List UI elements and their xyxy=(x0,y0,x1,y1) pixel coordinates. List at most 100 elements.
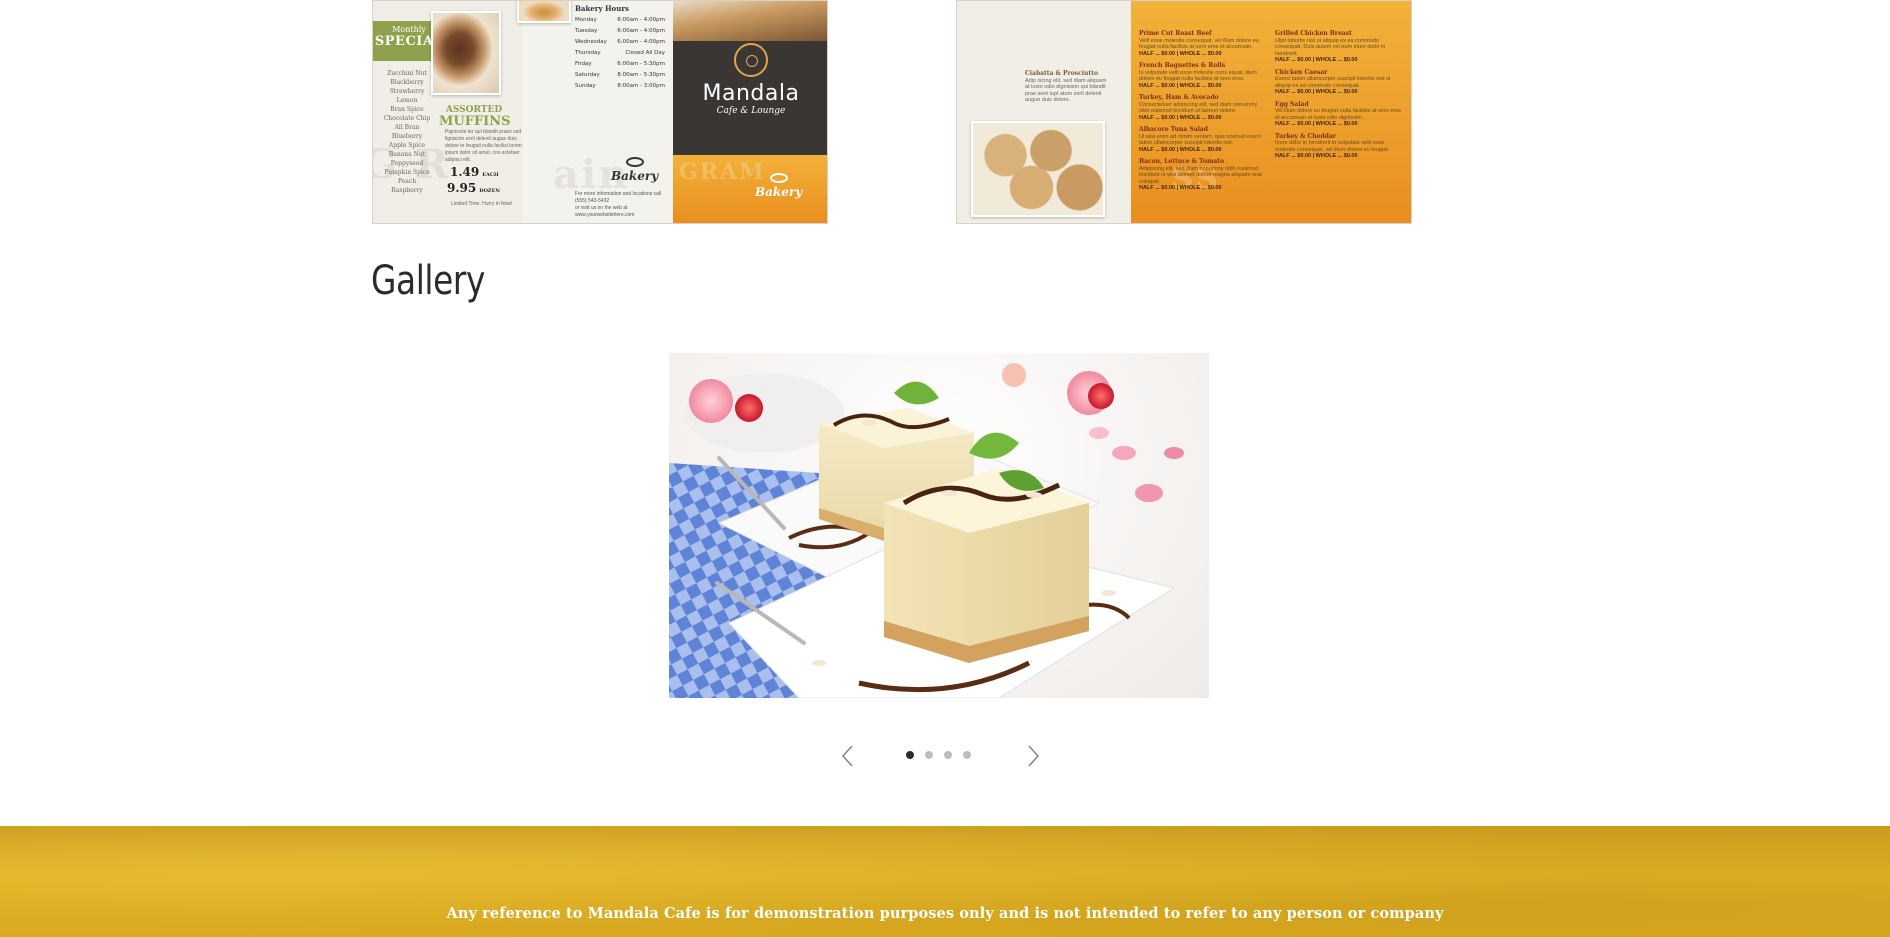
petal-2 xyxy=(1112,446,1136,460)
menu-item-desc: Velit esse molestie consequat, vel illum… xyxy=(1139,37,1259,51)
brochure-panel-muffins: G R Monthly SPECIAL Zucchini NutBlackber… xyxy=(373,1,523,223)
flavor-list: Zucchini Nut Blackberry Strawberry Lemon Bra… xyxy=(373,69,441,195)
menu-item: Grilled Chicken Breast Ulpit lobortis nis… xyxy=(1275,30,1401,64)
hours-time: 8:00am - 5:30pm xyxy=(617,72,665,78)
price-each-unit: EACH xyxy=(482,172,499,178)
gallery-slide-image[interactable] xyxy=(669,353,1209,698)
almond-4 xyxy=(812,660,826,666)
hours-row: Monday 6:00am - 4:00pm xyxy=(575,15,665,26)
flavor-item: Chocolate Chip xyxy=(383,115,431,122)
almond-1 xyxy=(941,490,957,496)
menu-item-desc: Consectetuer adipiscing elit, sed diam n… xyxy=(1139,101,1258,115)
menu-brochure-inside[interactable]: ​ Ciabatta & ProsciuttoAdip iscing elit,… xyxy=(956,0,1412,224)
menu-item-price: HALF ... $0.00 | WHOLE ... $0.00 xyxy=(1139,50,1222,57)
menu-item-price: HALF ... $0.00 | WHOLE ... $0.00 xyxy=(1275,121,1358,127)
mint-leaf-front-1 xyxy=(969,432,1019,459)
watermark-text-3: GRAM xyxy=(679,159,766,185)
flavor-item: Strawberry xyxy=(389,88,425,95)
menu-brochure-front[interactable]: G R Monthly SPECIAL Zucchini NutBlackber… xyxy=(372,0,828,224)
flavor-item: All Bran xyxy=(394,124,420,131)
menu-item-desc: Exerci tation ullamcorper suscipit lobor… xyxy=(1275,76,1391,89)
menu-item: Bacon, Lettuce & Tomato Adipiscing elit, … xyxy=(1139,158,1265,192)
slider-dot-1[interactable] xyxy=(906,751,914,759)
menu-item-price: HALF ... $0.00 | WHOLE ... $0.00 xyxy=(1139,114,1222,121)
muffins-description: Pigniscite ter qui blandit praes sed lig… xyxy=(445,129,522,163)
slider-dot-3[interactable] xyxy=(944,751,952,759)
hours-day: Sunday xyxy=(575,83,596,89)
slider-next-arrow-icon[interactable] xyxy=(1023,742,1043,770)
bread-rolls-photo xyxy=(971,121,1105,217)
sandwich-menu-column-1: Prime Cut Roast Beef Velit esse molestie … xyxy=(1139,30,1265,198)
slider-pagination xyxy=(906,751,971,759)
limited-time-note: Limited Time. Hurry in Now! xyxy=(451,201,513,207)
brochure-panel-hours: Bakery Hours Monday 6:00am - 4:00pm Tuesda… xyxy=(517,1,673,223)
flavor-item: Blueberry xyxy=(391,133,423,140)
menu-item: French Baguettes & Rolls Iu vulputate vel… xyxy=(1139,62,1265,89)
flavor-item: Banana Nut xyxy=(388,151,426,158)
bakery-logo-cover: Bakery xyxy=(755,173,802,199)
menu-item-desc: Adip iscing elit, sed diam aliquam at iu… xyxy=(1025,77,1107,104)
menu-item: Turkey, Ham & Avocado Consectetuer adipis… xyxy=(1139,94,1265,121)
hours-time: 6:00am - 4:00pm xyxy=(617,28,665,34)
hours-day: Tuesday xyxy=(575,28,598,34)
hours-time: 6:00am - 4:00pm xyxy=(617,39,665,45)
brand-name: Mandala xyxy=(702,81,800,106)
price-dozen: 9.95 DOZEN xyxy=(447,181,500,195)
croissant-photo xyxy=(517,1,571,23)
bakery-hours-title: Bakery Hours xyxy=(575,4,629,13)
mint-leaf-back xyxy=(894,381,939,405)
hours-row: Friday 6:00am - 5:30pm xyxy=(575,59,665,70)
flavor-item: Peach xyxy=(397,178,417,185)
footer-disclaimer: Any reference to Mandala Cafe is for dem… xyxy=(446,905,1444,922)
hours-row: Thursday Closed All Day xyxy=(575,48,665,59)
slider-dot-4[interactable] xyxy=(963,751,971,759)
petal-1 xyxy=(1135,484,1163,502)
menu-item-name: Ciabatta & Prosciutto xyxy=(1025,70,1098,77)
contact-line-1: For more information and locations call … xyxy=(575,191,662,204)
bread-loaves-photo xyxy=(673,1,827,41)
petal-3 xyxy=(1164,447,1184,459)
gallery-heading: Gallery xyxy=(371,258,485,304)
rose-pink-left xyxy=(689,379,733,423)
menu-item: Egg Salad Vel illum dolore eu feugiat nul… xyxy=(1275,101,1401,128)
hours-time: 6:00am - 4:00pm xyxy=(617,17,665,23)
bakery-logo-left: Bakery xyxy=(611,157,658,183)
muffin-photo xyxy=(431,11,501,95)
menu-item-desc: Adipiscing elit, sed diam nonummy nibh e… xyxy=(1139,165,1262,185)
bakery-label-cover: Bakery xyxy=(755,185,803,199)
brochure-panel-sandwich-menu: ss Prime Cut Roast Beef Velit esse molest… xyxy=(1131,1,1411,223)
menu-item-price: HALF ... $0.00 | WHOLE ... $0.00 xyxy=(1275,153,1358,159)
cheesecake-photo xyxy=(669,363,1184,698)
contact-line-2: or visit us on the web at www.yourwebsit… xyxy=(575,205,635,218)
almond-2 xyxy=(1026,492,1042,498)
flavor-item: Poppyseed xyxy=(390,160,424,167)
brochure-panel-cover: Mandala Cafe & Lounge GRAM Bakery xyxy=(673,1,827,223)
mandala-brand: Mandala Cafe & Lounge xyxy=(673,43,827,116)
menu-item-desc: Ut wisi enim ad minim veniam, quis nostr… xyxy=(1139,133,1261,147)
hours-day: Saturday xyxy=(575,72,600,78)
brand-subtitle: Cafe & Lounge xyxy=(716,106,786,116)
hours-time: 8:00am - 3:00pm xyxy=(617,83,665,89)
price-each-value: 1.49 xyxy=(450,165,480,179)
hours-day: Thursday xyxy=(575,50,601,56)
menu-item-price: HALF ... $0.00 | WHOLE ... $0.00 xyxy=(1275,57,1358,63)
slider-prev-arrow-icon[interactable] xyxy=(838,742,858,770)
contact-info: For more information and locations call … xyxy=(575,191,671,219)
menu-item: Turkey & Cheddar Iriure dolor in hendreri… xyxy=(1275,133,1401,160)
brochure-panel-sandwich-left: ​ Ciabatta & ProsciuttoAdip iscing elit,… xyxy=(957,1,1131,223)
hours-time: 6:00am - 5:30pm xyxy=(617,61,665,67)
sandwich-menu-column-2: Grilled Chicken Breast Ulpit lobortis nis… xyxy=(1275,30,1401,166)
bakery-ring-icon xyxy=(625,157,644,167)
menu-item-desc: Iriure dolor in hendrerit in vulputate v… xyxy=(1275,140,1390,153)
slider-dot-2[interactable] xyxy=(925,751,933,759)
menu-item: Prime Cut Roast Beef Velit esse molestie … xyxy=(1139,30,1265,57)
menu-item-price: HALF ... $0.00 | WHOLE ... $0.00 xyxy=(1139,82,1222,89)
cover-orange-band: GRAM Bakery xyxy=(673,155,827,223)
flavor-item: Apple Spice xyxy=(388,142,426,149)
left-filler-text: ​ xyxy=(977,5,1045,12)
menu-item-desc: Ulpit lobortis nisl ut aliquip ex ea com… xyxy=(1275,37,1386,57)
flavor-item: Raspberry xyxy=(391,187,423,194)
rose-red-right xyxy=(1088,383,1114,409)
rose-red-left xyxy=(735,394,763,422)
menu-item: Chicken Caesar Exerci tation ullamcorper … xyxy=(1275,69,1401,96)
